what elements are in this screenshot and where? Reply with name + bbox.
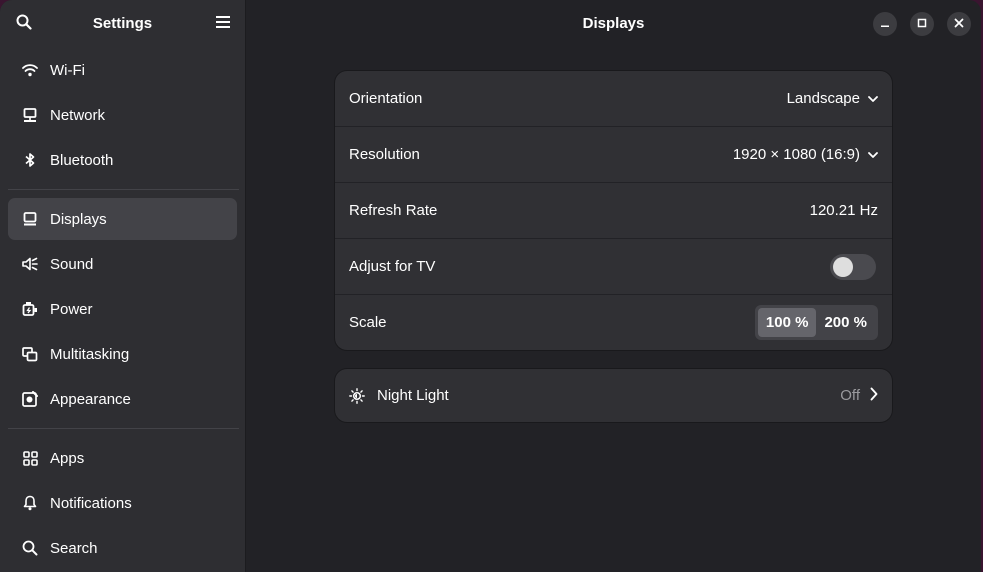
sidebar-item-label: Power [50, 300, 93, 318]
search-icon [16, 14, 32, 35]
apps-icon [20, 448, 40, 468]
wifi-icon [20, 60, 40, 80]
sidebar-item-network[interactable]: Network [8, 94, 237, 136]
scale-option-200[interactable]: 200 % [816, 308, 875, 337]
sidebar-item-bluetooth[interactable]: Bluetooth [8, 139, 237, 181]
sidebar-divider [8, 189, 239, 191]
sidebar-item-label: Network [50, 106, 106, 124]
minimize-icon [880, 15, 890, 33]
refresh-rate-value: 120.21 Hz [809, 202, 878, 219]
minimize-button[interactable] [873, 12, 897, 36]
chevron-right-icon [870, 387, 878, 405]
chevron-down-icon [868, 90, 878, 107]
display-settings-card: Orientation Landscape Resolution 1920 × … [335, 71, 892, 350]
close-button[interactable] [947, 12, 971, 36]
sidebar: Settings Wi-Fi Network Bluetooth Display… [0, 0, 246, 572]
scale-selector: 100 % 200 % [754, 305, 878, 340]
search-icon [20, 538, 40, 558]
scale-row: Scale 100 % 200 % [335, 295, 892, 350]
sidebar-header: Settings [0, 0, 245, 46]
night-light-label: Night Light [377, 387, 449, 404]
sidebar-item-power[interactable]: Power [8, 288, 237, 330]
sidebar-list: Wi-Fi Network Bluetooth [0, 46, 245, 184]
night-light-status: Off [840, 387, 878, 405]
bluetooth-icon [20, 150, 40, 170]
adjust-for-tv-row[interactable]: Adjust for TV [335, 239, 892, 295]
sound-icon [20, 254, 40, 274]
scale-option-100[interactable]: 100 % [757, 308, 817, 337]
network-icon [20, 105, 40, 125]
resolution-dropdown[interactable]: 1920 × 1080 (16:9) [733, 146, 878, 163]
sidebar-item-sound[interactable]: Sound [8, 243, 237, 285]
toggle-knob [833, 256, 853, 277]
sidebar-item-displays[interactable]: Displays [8, 198, 237, 241]
resolution-label: Resolution [349, 146, 420, 163]
night-light-value: Off [840, 387, 860, 404]
sidebar-item-wifi[interactable]: Wi-Fi [8, 49, 237, 91]
night-light-card: Night Light Off [335, 369, 892, 422]
adjust-for-tv-label: Adjust for TV [349, 258, 436, 275]
chevron-down-icon [868, 146, 878, 163]
main-panel: Displays Orientation Landscape Resolutio… [246, 0, 981, 572]
orientation-label: Orientation [349, 90, 423, 107]
adjust-for-tv-toggle[interactable] [830, 253, 876, 280]
orientation-row[interactable]: Orientation Landscape [335, 71, 892, 127]
scale-label: Scale [349, 314, 387, 331]
bell-icon [20, 493, 40, 513]
orientation-dropdown[interactable]: Landscape [787, 90, 878, 107]
sidebar-divider [8, 428, 239, 430]
sidebar-item-search[interactable]: Search [8, 527, 237, 569]
appearance-icon [20, 389, 40, 409]
refresh-rate-row: Refresh Rate 120.21 Hz [335, 183, 892, 239]
search-button[interactable] [8, 8, 40, 40]
maximize-button[interactable] [910, 12, 934, 36]
main-menu-button[interactable] [207, 8, 239, 40]
resolution-value: 1920 × 1080 (16:9) [732, 146, 860, 163]
sidebar-item-label: Displays [50, 210, 107, 228]
maximize-icon [917, 15, 927, 33]
hamburger-menu-icon [215, 15, 231, 34]
sidebar-item-label: Search [50, 539, 98, 557]
sidebar-item-label: Sound [50, 255, 94, 273]
sidebar-item-multitasking[interactable]: Multitasking [8, 333, 237, 375]
orientation-value: Landscape [786, 90, 860, 107]
sidebar-item-label: Notifications [50, 494, 132, 512]
page-title: Displays [582, 15, 645, 32]
refresh-rate-label: Refresh Rate [349, 202, 438, 219]
sidebar-list: Apps Notifications Search [0, 434, 245, 572]
header-bar: Displays [246, 0, 981, 47]
sidebar-item-apps[interactable]: Apps [8, 437, 237, 479]
resolution-row[interactable]: Resolution 1920 × 1080 (16:9) [335, 127, 892, 183]
sidebar-list: Displays Sound Power Multitasking Appear… [0, 195, 245, 423]
power-icon [20, 299, 40, 319]
sidebar-item-notifications[interactable]: Notifications [8, 482, 237, 524]
display-icon [20, 209, 40, 229]
sidebar-item-label: Bluetooth [50, 151, 114, 169]
night-light-row[interactable]: Night Light Off [335, 369, 892, 422]
night-light-icon [349, 387, 365, 404]
sidebar-item-label: Apps [50, 449, 85, 467]
sidebar-item-label: Appearance [50, 390, 131, 408]
multitasking-icon [20, 344, 40, 364]
settings-window: Settings Wi-Fi Network Bluetooth Display… [0, 0, 981, 572]
sidebar-item-label: Wi-Fi [50, 61, 85, 79]
close-icon [954, 15, 964, 33]
sidebar-item-label: Multitasking [50, 345, 130, 363]
sidebar-item-appearance[interactable]: Appearance [8, 378, 237, 420]
